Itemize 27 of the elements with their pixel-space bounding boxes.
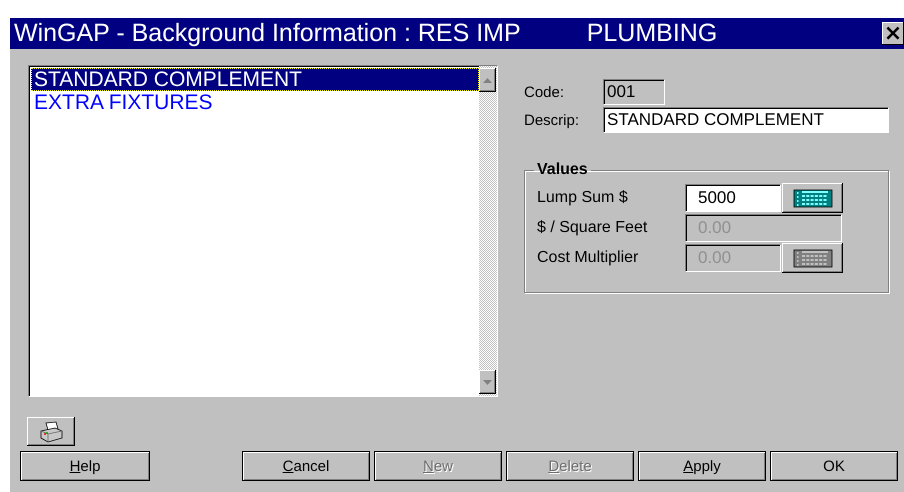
field-label: Descrip:: [524, 112, 580, 128]
scroll-up-button[interactable]: [479, 68, 496, 92]
list-item[interactable]: EXTRA FIXTURES: [31, 91, 479, 114]
ok-button[interactable]: OK: [770, 451, 898, 481]
up-arrow-icon: [483, 78, 492, 82]
description-field[interactable]: STANDARD COMPLEMENT: [603, 107, 889, 133]
field-label: Cost Multiplier: [537, 249, 640, 267]
window-subtitle: PLUMBING: [586, 19, 718, 48]
group-title: Values: [536, 161, 589, 179]
print-button[interactable]: [27, 417, 75, 446]
window-title: WinGAP - Background Information : RES IMP: [14, 19, 521, 48]
field-label: Lump Sum $: [537, 189, 629, 207]
scroll-down-button[interactable]: [479, 370, 496, 394]
value-field[interactable]: 5000: [685, 184, 781, 212]
close-button[interactable]: ×: [882, 22, 904, 45]
calculator-button[interactable]: [782, 183, 843, 213]
apply-button[interactable]: Apply: [638, 451, 766, 481]
help-button[interactable]: Help: [20, 451, 150, 481]
list-item[interactable]: STANDARD COMPLEMENT: [31, 68, 479, 91]
cancel-button[interactable]: Cancel: [242, 451, 370, 481]
printer-icon: [38, 420, 64, 442]
calculator-icon: [792, 188, 832, 208]
field-label: $ / Square Feet: [537, 219, 648, 237]
down-arrow-icon: [483, 380, 492, 384]
scrollbar[interactable]: [479, 66, 497, 396]
field-label: Code:: [524, 84, 566, 100]
calculator-icon: [792, 248, 832, 268]
